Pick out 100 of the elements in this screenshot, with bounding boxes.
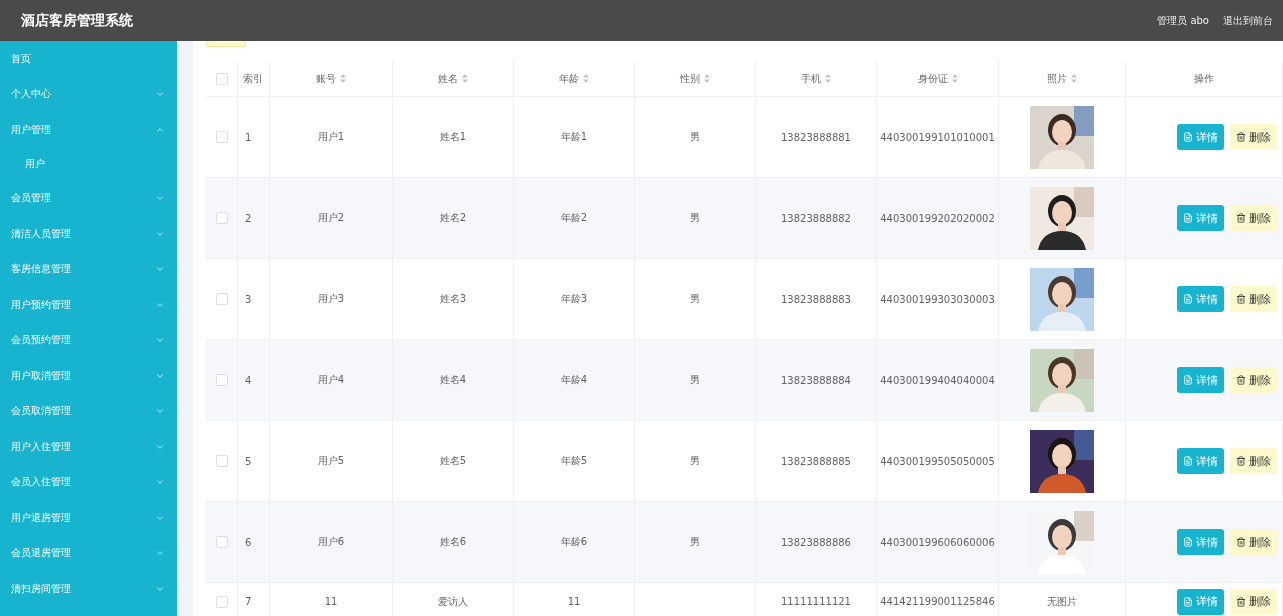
sidebar-item[interactable]: 个人中心 bbox=[0, 76, 177, 112]
table-cell: 男 bbox=[690, 373, 700, 387]
table-cell: 年龄4 bbox=[560, 373, 588, 387]
row-checkbox[interactable] bbox=[215, 595, 228, 608]
delete-button[interactable]: 删除 bbox=[1230, 448, 1277, 474]
trash-icon bbox=[1236, 537, 1246, 547]
table-cell: 440300199505050005 bbox=[880, 455, 995, 467]
delete-button[interactable]: 删除 bbox=[1230, 367, 1277, 393]
sidebar-item[interactable]: 用户预约管理 bbox=[0, 287, 177, 323]
document-icon bbox=[1183, 294, 1193, 304]
column-header: 操作 bbox=[1194, 71, 1214, 86]
sidebar-item[interactable]: 用户退房管理 bbox=[0, 500, 177, 536]
detail-button[interactable]: 详情 bbox=[1177, 529, 1224, 555]
sidebar-item[interactable]: 清洁人员管理 bbox=[0, 216, 177, 252]
detail-button[interactable]: 详情 bbox=[1177, 124, 1224, 150]
app-title: 酒店客房管理系统 bbox=[21, 11, 134, 30]
sidebar-item[interactable]: 清扫房间管理 bbox=[0, 571, 177, 607]
sidebar-item[interactable]: 会员预约管理 bbox=[0, 322, 177, 358]
sort-icon[interactable] bbox=[1071, 74, 1077, 83]
table-cell: 440300199404040004 bbox=[880, 374, 995, 386]
select-all-checkbox[interactable] bbox=[215, 72, 228, 85]
table-cell: 用户5 bbox=[317, 454, 345, 468]
table-cell: 姓名5 bbox=[439, 454, 467, 468]
column-header[interactable]: 账号 bbox=[316, 71, 336, 86]
table-cell: 姓名2 bbox=[439, 211, 467, 225]
sidebar-item[interactable]: 会员退房管理 bbox=[0, 535, 177, 571]
table-cell: 440300199202020002 bbox=[880, 212, 995, 224]
sidebar-item[interactable]: 用户取消管理 bbox=[0, 358, 177, 394]
table-cell: 年龄3 bbox=[560, 292, 588, 306]
table-cell: 441421199001125846 bbox=[880, 596, 995, 607]
table-cell: 13823888883 bbox=[781, 293, 851, 305]
trash-icon bbox=[1236, 294, 1246, 304]
document-icon bbox=[1183, 213, 1193, 223]
table-cell: 用户3 bbox=[317, 292, 345, 306]
table-cell: 用户6 bbox=[317, 535, 345, 549]
table-cell: 3 bbox=[245, 293, 252, 305]
table-cell: 用户4 bbox=[317, 373, 345, 387]
column-header[interactable]: 年龄 bbox=[559, 71, 579, 86]
trash-icon bbox=[1236, 456, 1246, 466]
table-cell: 1 bbox=[245, 131, 252, 143]
delete-button[interactable]: 删除 bbox=[1230, 124, 1277, 150]
sidebar-item[interactable]: 用户入住管理 bbox=[0, 429, 177, 465]
row-checkbox[interactable] bbox=[215, 536, 228, 548]
row-checkbox[interactable] bbox=[215, 212, 228, 224]
delete-button[interactable]: 删除 bbox=[1230, 205, 1277, 231]
table-cell: 13823888882 bbox=[781, 212, 851, 224]
detail-button[interactable]: 详情 bbox=[1177, 588, 1224, 615]
detail-button[interactable]: 详情 bbox=[1177, 448, 1224, 474]
row-checkbox[interactable] bbox=[215, 293, 228, 305]
document-icon bbox=[1183, 456, 1193, 466]
table-cell: 4 bbox=[245, 374, 252, 386]
detail-button[interactable]: 详情 bbox=[1177, 205, 1224, 231]
column-header[interactable]: 手机 bbox=[801, 71, 821, 86]
column-header[interactable]: 姓名 bbox=[438, 71, 458, 86]
row-checkbox[interactable] bbox=[215, 131, 228, 143]
table-cell: 男 bbox=[690, 130, 700, 144]
table-cell: 11111111121 bbox=[781, 596, 851, 607]
sidebar-item[interactable]: 会员入住管理 bbox=[0, 464, 177, 500]
sort-icon[interactable] bbox=[583, 74, 589, 83]
detail-button[interactable]: 详情 bbox=[1177, 367, 1224, 393]
sort-icon[interactable] bbox=[825, 74, 831, 83]
column-header[interactable]: 性别 bbox=[680, 71, 700, 86]
table-cell: 440300199606060006 bbox=[880, 536, 995, 548]
table-cell: 5 bbox=[245, 455, 252, 467]
document-icon bbox=[1183, 537, 1193, 547]
table-cell: 无图片 bbox=[1047, 594, 1077, 609]
table-cell: 姓名4 bbox=[439, 373, 467, 387]
table-cell: 2 bbox=[245, 212, 252, 224]
table-cell: 用户1 bbox=[317, 130, 345, 144]
table-cell: 13823888885 bbox=[781, 455, 851, 467]
table-cell: 年龄2 bbox=[560, 211, 588, 225]
sort-icon[interactable] bbox=[951, 74, 958, 83]
sort-icon[interactable] bbox=[340, 74, 346, 83]
row-checkbox[interactable] bbox=[215, 374, 228, 386]
table-cell: 姓名3 bbox=[439, 292, 467, 306]
sidebar-subitem[interactable]: 用户 bbox=[0, 147, 177, 181]
delete-button[interactable]: 删除 bbox=[1230, 588, 1277, 615]
document-icon bbox=[1183, 132, 1193, 142]
table-cell: 11 bbox=[567, 596, 581, 607]
column-header[interactable]: 身份证 bbox=[917, 71, 948, 86]
column-header[interactable]: 照片 bbox=[1047, 71, 1067, 86]
document-icon bbox=[1183, 596, 1193, 607]
sidebar-item[interactable]: 会员取消管理 bbox=[0, 393, 177, 429]
logout-link[interactable]: 退出到前台 bbox=[1223, 13, 1273, 28]
table-cell: 爱访人 bbox=[438, 594, 468, 609]
table-cell: 年龄6 bbox=[560, 535, 588, 549]
delete-button[interactable]: 删除 bbox=[1230, 286, 1277, 312]
sidebar-item[interactable]: 会员管理 bbox=[0, 180, 177, 216]
sort-icon[interactable] bbox=[462, 74, 468, 83]
table-cell: 13823888881 bbox=[781, 131, 851, 143]
delete-button[interactable]: 删除 bbox=[1230, 529, 1277, 555]
table-cell: 姓名1 bbox=[439, 130, 467, 144]
row-checkbox[interactable] bbox=[215, 455, 228, 467]
sort-icon[interactable] bbox=[704, 74, 710, 83]
detail-button[interactable]: 详情 bbox=[1177, 286, 1224, 312]
sidebar-item[interactable]: 用户管理 bbox=[0, 112, 177, 148]
sidebar-item[interactable]: 首页 bbox=[0, 41, 177, 77]
sidebar-item[interactable]: 客房信息管理 bbox=[0, 251, 177, 287]
table-cell: 7 bbox=[245, 596, 252, 607]
toolbar-button[interactable] bbox=[206, 41, 246, 47]
